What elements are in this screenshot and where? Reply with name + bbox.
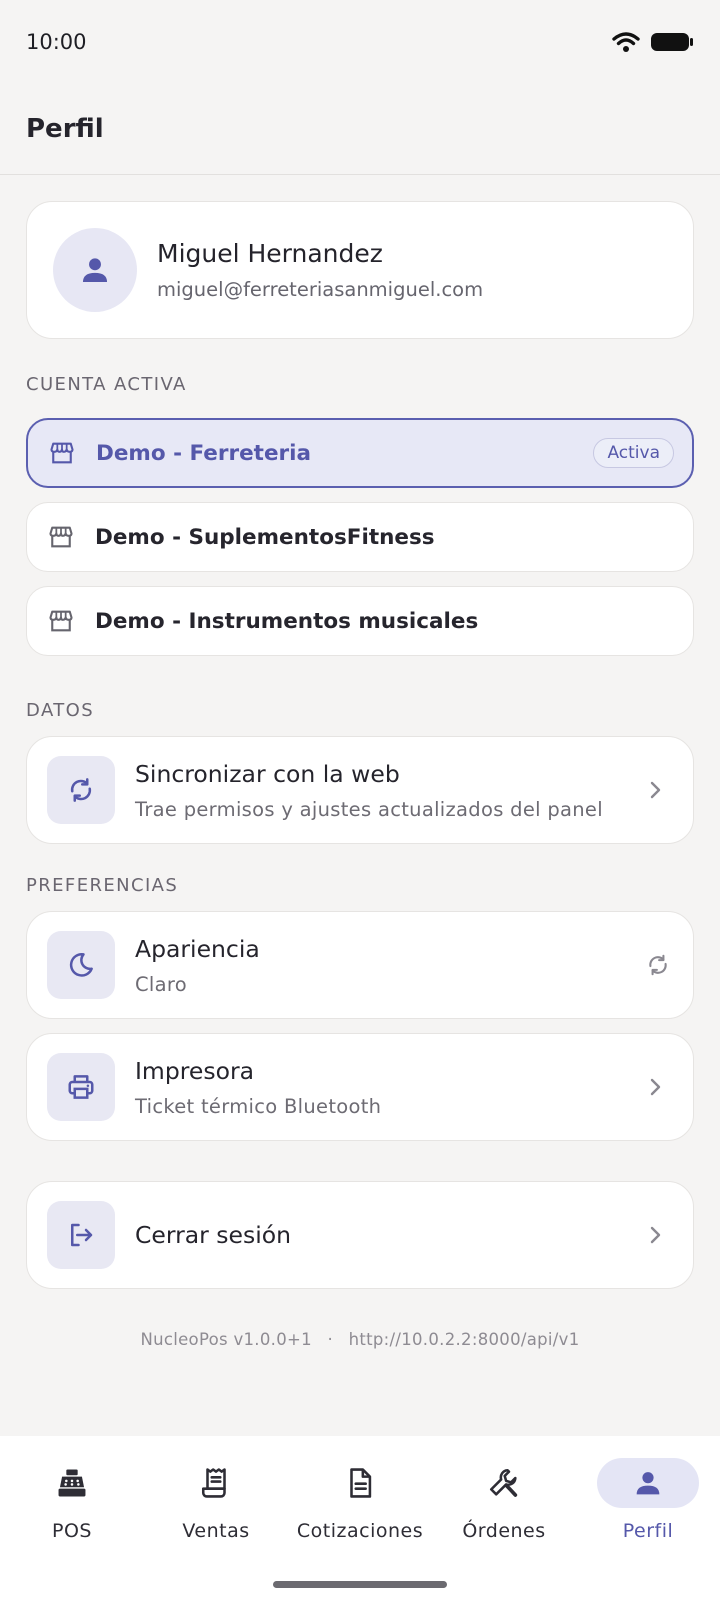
wrench-icon bbox=[489, 1468, 518, 1497]
printer-tile bbox=[47, 1053, 115, 1121]
logout-row[interactable]: Cerrar sesión bbox=[26, 1181, 694, 1289]
sync-subtitle: Trae permisos y ajustes actualizados del… bbox=[135, 797, 603, 821]
store-icon bbox=[50, 442, 74, 464]
sync-title: Sincronizar con la web bbox=[135, 759, 400, 788]
account-item-ferreteria[interactable]: Demo - Ferreteria Activa bbox=[26, 418, 694, 488]
status-time: 10:00 bbox=[26, 30, 87, 54]
printer-title: Impresora bbox=[135, 1056, 255, 1085]
document-icon bbox=[350, 1468, 372, 1498]
printer-subtitle: Ticket térmico Bluetooth bbox=[135, 1094, 382, 1118]
nav-item-cotizaciones[interactable]: Cotizaciones bbox=[288, 1458, 432, 1550]
appearance-subtitle: Claro bbox=[135, 972, 188, 996]
receipt-icon bbox=[201, 1468, 226, 1498]
profile-name: Miguel Hernandez bbox=[157, 239, 383, 268]
account-label: Demo - Instrumentos musicales bbox=[95, 608, 479, 634]
store-icon bbox=[49, 526, 73, 548]
avatar bbox=[53, 228, 137, 312]
chevron-right-icon bbox=[650, 781, 661, 799]
section-label-accounts: CUENTA ACTIVA bbox=[26, 374, 187, 395]
separator: · bbox=[327, 1330, 334, 1349]
cycle-icon bbox=[649, 954, 667, 976]
appearance-tile bbox=[47, 931, 115, 999]
sync-row[interactable]: Sincronizar con la web Trae permisos y a… bbox=[26, 736, 694, 844]
nav-item-perfil[interactable]: Perfil bbox=[576, 1458, 720, 1550]
status-icons bbox=[612, 31, 694, 53]
cash-register-icon bbox=[58, 1469, 86, 1497]
sync-tile bbox=[47, 756, 115, 824]
api-url: http://10.0.2.2:8000/api/v1 bbox=[348, 1330, 580, 1349]
bottom-nav: POS Ventas Cotizaciones Órdenes Perfil bbox=[0, 1436, 720, 1603]
nav-item-ordenes[interactable]: Órdenes bbox=[432, 1458, 576, 1550]
nav-label: Órdenes bbox=[462, 1520, 546, 1542]
person-icon bbox=[82, 258, 108, 283]
nav-item-ventas[interactable]: Ventas bbox=[144, 1458, 288, 1550]
nav-label: POS bbox=[52, 1520, 92, 1542]
app-header: Perfil bbox=[0, 84, 720, 175]
appearance-row[interactable]: Apariencia Claro bbox=[26, 911, 694, 1019]
wifi-icon bbox=[612, 32, 640, 52]
store-icon bbox=[49, 610, 73, 632]
printer-row[interactable]: Impresora Ticket térmico Bluetooth bbox=[26, 1033, 694, 1141]
page-title: Perfil bbox=[26, 114, 104, 144]
appearance-title: Apariencia bbox=[135, 934, 260, 963]
person-icon bbox=[636, 1472, 660, 1495]
printer-icon bbox=[68, 1075, 94, 1099]
app-version: NucleoPos v1.0.0+1 bbox=[140, 1330, 312, 1349]
moon-icon bbox=[69, 953, 93, 977]
version-info: NucleoPos v1.0.0+1 · http://10.0.2.2:800… bbox=[0, 1330, 720, 1349]
account-item-suplementos[interactable]: Demo - SuplementosFitness bbox=[26, 502, 694, 572]
nav-label: Cotizaciones bbox=[296, 1520, 424, 1542]
logout-tile bbox=[47, 1201, 115, 1269]
profile-email: miguel@ferreteriasanmiguel.com bbox=[157, 278, 484, 301]
home-indicator bbox=[273, 1581, 447, 1588]
active-badge: Activa bbox=[593, 438, 674, 468]
chevron-right-icon bbox=[650, 1078, 661, 1096]
section-label-data: DATOS bbox=[26, 700, 95, 721]
account-label: Demo - Ferreteria bbox=[96, 440, 312, 466]
section-label-preferences: PREFERENCIAS bbox=[26, 875, 179, 896]
chevron-right-icon bbox=[650, 1226, 661, 1244]
account-item-instrumentos[interactable]: Demo - Instrumentos musicales bbox=[26, 586, 694, 656]
logout-icon bbox=[71, 1223, 93, 1247]
battery-icon bbox=[651, 33, 693, 51]
logout-title: Cerrar sesión bbox=[135, 1221, 292, 1249]
status-bar: 10:00 bbox=[0, 0, 720, 84]
profile-card: Miguel Hernandez miguel@ferreteriasanmig… bbox=[26, 201, 694, 339]
nav-item-pos[interactable]: POS bbox=[0, 1458, 144, 1550]
sync-icon bbox=[70, 778, 92, 802]
account-label: Demo - SuplementosFitness bbox=[95, 524, 435, 550]
nav-label: Perfil bbox=[622, 1520, 674, 1542]
nav-label: Ventas bbox=[182, 1520, 250, 1542]
